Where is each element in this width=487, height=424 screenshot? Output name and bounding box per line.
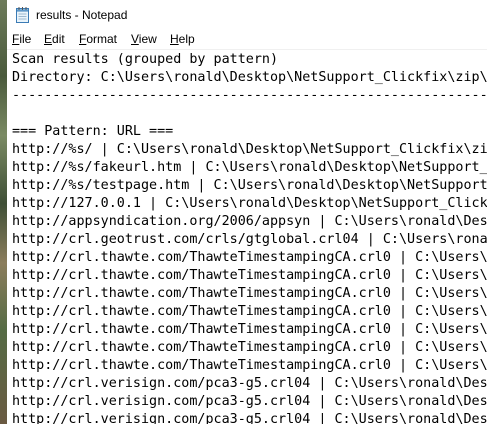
text-line: http://crl.thawte.com/ThawteTimestamping…	[12, 268, 487, 283]
menu-edit[interactable]: Edit	[44, 32, 65, 46]
text-line: http://%s/testpage.htm | C:\Users\ronald…	[12, 178, 487, 193]
notepad-window: results - Notepad File Edit Format View …	[0, 0, 487, 424]
text-line: http://%s/fakeurl.htm | C:\Users\ronald\…	[12, 160, 487, 175]
menu-view[interactable]: View	[131, 32, 157, 46]
text-line: http://crl.thawte.com/ThawteTimestamping…	[12, 358, 487, 373]
notepad-icon	[16, 7, 29, 23]
text-line: http://crl.geotrust.com/crls/gtglobal.cr…	[12, 232, 487, 247]
text-line: ----------------------------------------…	[12, 88, 487, 103]
text-line: http://crl.verisign.com/pca3-g5.crl04 | …	[12, 376, 487, 391]
text-line: === Pattern: URL ===	[12, 124, 174, 139]
desktop-background-strip	[0, 0, 7, 424]
menu-help[interactable]: Help	[170, 32, 195, 46]
menu-bar: File Edit Format View Help	[7, 31, 487, 49]
text-line: http://127.0.0.1 | C:\Users\ronald\Deskt…	[12, 196, 487, 211]
text-line: http://crl.thawte.com/ThawteTimestamping…	[12, 304, 487, 319]
text-line: Scan results (grouped by pattern)	[12, 52, 279, 67]
window-title: results - Notepad	[36, 8, 128, 22]
text-line: http://crl.thawte.com/ThawteTimestamping…	[12, 250, 487, 265]
text-line: Directory: C:\Users\ronald\Desktop\NetSu…	[12, 70, 487, 85]
menu-format[interactable]: Format	[79, 32, 117, 46]
text-line: http://crl.verisign.com/pca3-g5.crl04 | …	[12, 412, 487, 424]
title-bar[interactable]: results - Notepad	[7, 0, 487, 31]
text-editor-area[interactable]: Scan results (grouped by pattern) Directo…	[7, 50, 487, 424]
text-line: http://crl.thawte.com/ThawteTimestamping…	[12, 340, 487, 355]
text-line: http://crl.thawte.com/ThawteTimestamping…	[12, 286, 487, 301]
text-line: http://appsyndication.org/2006/appsyn | …	[12, 214, 487, 229]
text-line: http://crl.thawte.com/ThawteTimestamping…	[12, 322, 487, 337]
text-line: http://crl.verisign.com/pca3-g5.crl04 | …	[12, 394, 487, 409]
menu-file[interactable]: File	[12, 32, 31, 46]
text-line: http://%s/ | C:\Users\ronald\Desktop\Net…	[12, 142, 487, 157]
